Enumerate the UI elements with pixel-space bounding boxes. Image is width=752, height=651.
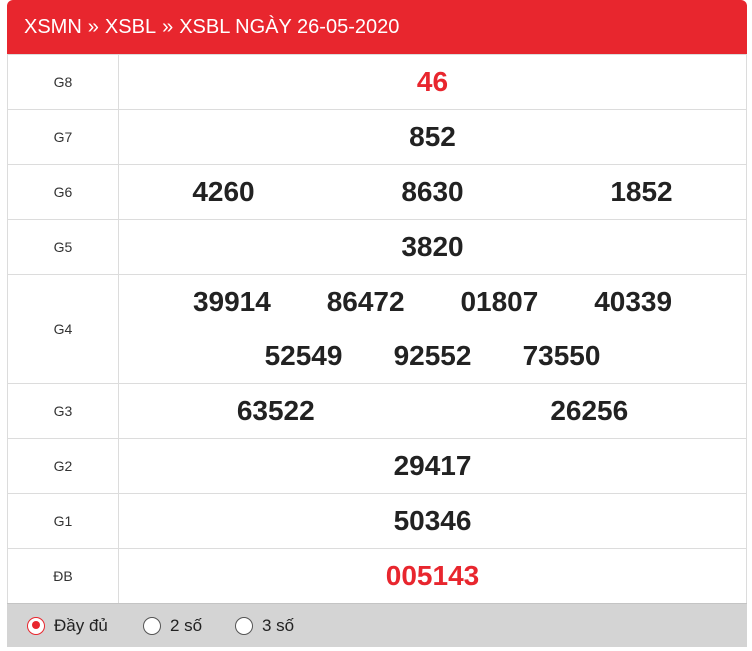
prize-numbers: 852 — [118, 109, 747, 165]
option-2-digits-label: 2 số — [170, 615, 203, 635]
prize-numbers: 50346 — [118, 493, 747, 549]
prize-numbers: 3820 — [118, 219, 747, 275]
prize-number: 63522 — [236, 395, 315, 426]
prize-label: G8 — [7, 54, 119, 110]
prize-number: 86472 — [326, 286, 405, 317]
prize-number: 50346 — [393, 505, 472, 536]
prize-label: G2 — [7, 438, 119, 494]
display-options-bar: Đầy đủ 2 số 3 số — [7, 603, 747, 647]
option-3-digits-label: 3 số — [262, 615, 295, 635]
prize-row-g5: G5 3820 — [7, 219, 747, 275]
prize-number: 29417 — [393, 450, 472, 481]
prize-numbers: 29417 — [118, 438, 747, 494]
prize-number: 8630 — [401, 176, 464, 207]
option-full[interactable]: Đầy đủ — [27, 604, 108, 647]
prize-row-g3: G3 63522 26256 — [7, 383, 747, 439]
prize-label: G6 — [7, 164, 119, 220]
prize-numbers: 39914 86472 01807 40339 52549 92552 7355… — [118, 274, 747, 384]
prize-row-g2: G2 29417 — [7, 438, 747, 494]
special-prize-number: 005143 — [385, 560, 480, 591]
results-panel: XSMN» XSBL» XSBL NGÀY 26-05-2020 G8 46 G7 … — [7, 0, 747, 651]
prize-number: 92552 — [393, 340, 472, 371]
prize-label: ĐB — [7, 548, 119, 604]
prize-label: G7 — [7, 109, 119, 165]
prize-number: 3820 — [401, 231, 464, 262]
results-table: G8 46 G7 852 G6 4260 8630 1852 G5 3820 G… — [7, 54, 747, 604]
prize-numbers: 63522 26256 — [118, 383, 747, 439]
prize-label: G3 — [7, 383, 119, 439]
prize-row-special: ĐB 005143 — [7, 548, 747, 604]
header-bar: XSMN» XSBL» XSBL NGÀY 26-05-2020 — [7, 0, 747, 54]
prize-row-g8: G8 46 — [7, 54, 747, 110]
option-3-digits[interactable]: 3 số — [235, 604, 294, 647]
radio-3-digits[interactable] — [235, 616, 253, 635]
prize-number: 852 — [409, 121, 456, 152]
prize-row-g7: G7 852 — [7, 109, 747, 165]
prize-number: 4260 — [192, 176, 255, 207]
option-2-digits[interactable]: 2 số — [143, 604, 202, 647]
prize-number: 46 — [416, 66, 449, 97]
prize-number: 52549 — [264, 340, 343, 371]
breadcrumb: XSMN» XSBL» XSBL NGÀY 26-05-2020 — [24, 0, 399, 54]
prize-row-g1: G1 50346 — [7, 493, 747, 549]
prize-label: G5 — [7, 219, 119, 275]
breadcrumb-xsbl-link[interactable]: XSBL — [105, 16, 156, 38]
breadcrumb-separator: » — [87, 16, 99, 38]
breadcrumb-current-link[interactable]: XSBL NGÀY 26-05-2020 — [179, 16, 399, 38]
prize-numbers: 4260 8630 1852 — [118, 164, 747, 220]
prize-number: 01807 — [460, 286, 539, 317]
radio-full[interactable] — [27, 616, 45, 635]
prize-numbers: 46 — [118, 54, 747, 110]
prize-row-g4: G4 39914 86472 01807 40339 52549 92552 7… — [7, 274, 747, 384]
prize-label: G1 — [7, 493, 119, 549]
breadcrumb-separator: » — [162, 16, 174, 38]
prize-label: G4 — [7, 274, 119, 384]
prize-number: 26256 — [550, 395, 629, 426]
prize-number: 39914 — [192, 286, 271, 317]
prize-numbers: 005143 — [118, 548, 747, 604]
option-full-label: Đầy đủ — [54, 615, 108, 635]
prize-number: 40339 — [594, 286, 673, 317]
radio-2-digits[interactable] — [143, 616, 161, 635]
breadcrumb-xsmn-link[interactable]: XSMN — [24, 16, 82, 38]
prize-number: 1852 — [610, 176, 673, 207]
prize-number: 73550 — [522, 340, 601, 371]
prize-row-g6: G6 4260 8630 1852 — [7, 164, 747, 220]
